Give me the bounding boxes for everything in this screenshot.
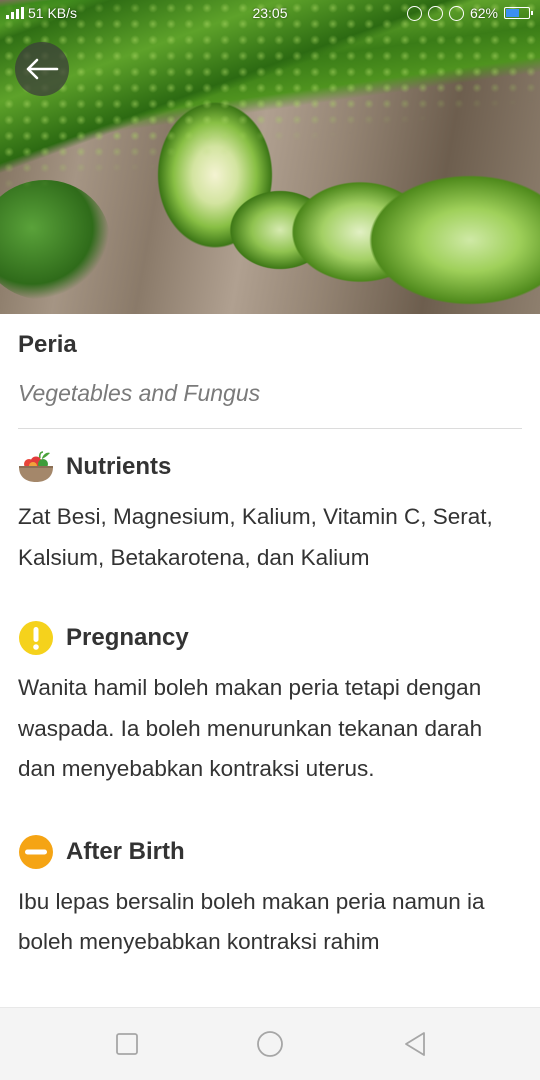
food-category: Vegetables and Fungus <box>18 380 261 406</box>
food-detail: Peria Vegetables and Fungus Nutrients Za… <box>18 314 522 963</box>
divider <box>18 428 522 429</box>
system-back-button[interactable] <box>400 1030 430 1058</box>
after-birth-title: After Birth <box>66 837 185 865</box>
pregnancy-header: Pregnancy <box>18 620 522 656</box>
recents-button[interactable] <box>112 1030 142 1058</box>
warning-icon <box>18 620 54 656</box>
battery-percent: 62% <box>469 5 498 21</box>
lock-rotation-icon <box>427 5 443 21</box>
circle-icon <box>257 1031 283 1057</box>
home-button[interactable] <box>255 1030 285 1058</box>
battery-fill <box>506 9 519 17</box>
screen: 51 KB/s 23:05 62% Peria Vegetables and F… <box>0 0 540 1080</box>
status-right: 62% <box>406 5 533 21</box>
nutrients-text: Zat Besi, Magnesium, Kalium, Vitamin C, … <box>18 504 493 570</box>
texture-overlay <box>0 0 540 314</box>
after-birth-header: After Birth <box>18 834 522 870</box>
food-bowl-icon <box>18 449 54 485</box>
square-icon <box>116 1033 138 1055</box>
nutrients-title: Nutrients <box>66 453 172 480</box>
navigation-bar <box>0 1007 540 1080</box>
nutrients-header: Nutrients <box>18 449 522 485</box>
after-birth-section: After Birth Ibu lepas bersalin boleh mak… <box>18 834 522 963</box>
back-button[interactable] <box>15 42 69 96</box>
nutrients-section: Nutrients Zat Besi, Magnesium, Kalium, V… <box>18 449 522 578</box>
arrow-left-icon <box>26 58 59 80</box>
pregnancy-title: Pregnancy <box>66 624 189 651</box>
minus-circle-icon <box>18 834 54 870</box>
alarm-icon <box>448 5 464 21</box>
food-photo <box>0 0 540 314</box>
pregnancy-text: Wanita hamil boleh makan peria tetapi de… <box>18 675 483 781</box>
triangle-back-icon <box>405 1032 425 1056</box>
after-birth-text: Ibu lepas bersalin boleh makan peria nam… <box>18 888 485 955</box>
food-name: Peria <box>18 331 77 358</box>
battery-icon <box>504 7 533 19</box>
status-bar: 51 KB/s 23:05 62% <box>0 0 540 28</box>
pregnancy-section: Pregnancy Wanita hamil boleh makan peria… <box>18 620 522 790</box>
vibrate-icon <box>406 5 422 21</box>
